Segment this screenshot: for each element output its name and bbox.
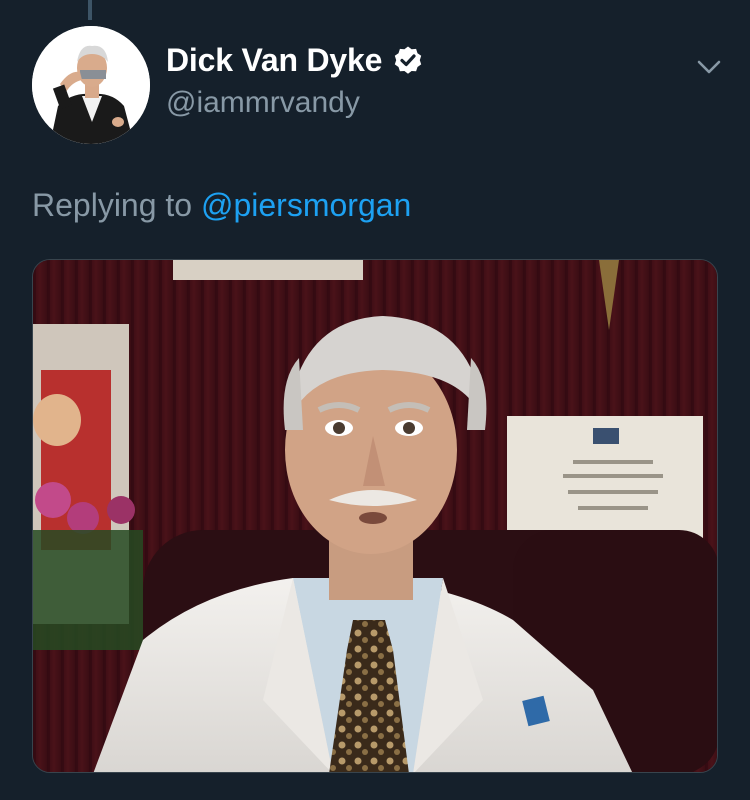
display-name[interactable]: Dick Van Dyke (166, 40, 382, 80)
tweet-screen: Dick Van Dyke @iammrvandy Replying to @p… (0, 0, 750, 800)
replying-to-link[interactable]: @piersmorgan (201, 187, 411, 223)
replying-to-label: Replying to (32, 187, 193, 223)
avatar-image (32, 26, 150, 144)
replying-to-line: Replying to @piersmorgan (32, 184, 411, 226)
author-row: Dick Van Dyke (166, 40, 424, 80)
verified-badge-icon (395, 46, 422, 74)
thread-connector-line (88, 0, 92, 20)
avatar[interactable] (32, 26, 150, 144)
media-image (33, 260, 717, 772)
user-handle[interactable]: @iammrvandy (166, 84, 360, 122)
tweet-media[interactable] (32, 259, 718, 773)
chevron-down-icon[interactable] (694, 56, 724, 78)
